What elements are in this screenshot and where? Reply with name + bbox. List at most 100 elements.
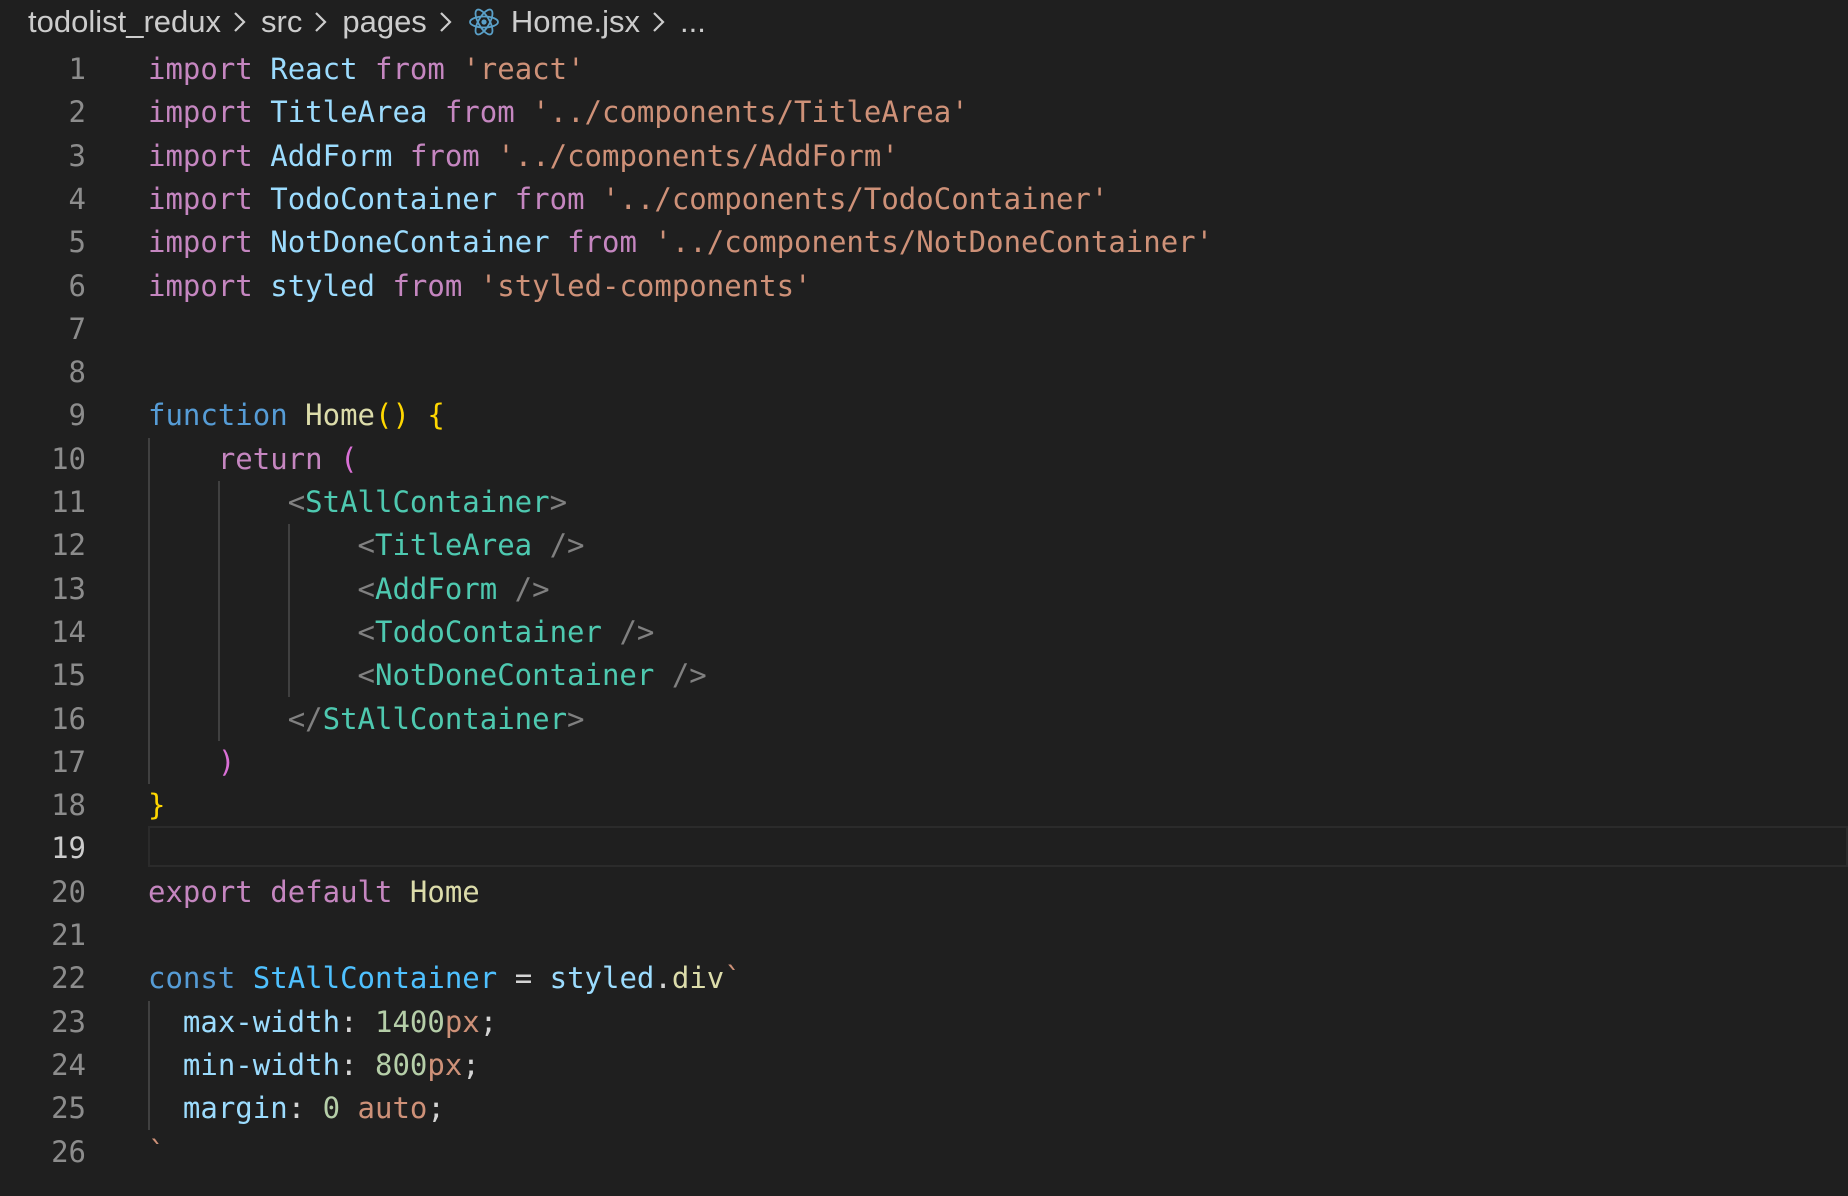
- indent-guide: [148, 437, 150, 785]
- breadcrumb-folder-src[interactable]: src: [261, 4, 302, 40]
- breadcrumb-symbols-ellipsis[interactable]: ...: [680, 4, 706, 40]
- code-text: export default Home: [148, 871, 480, 914]
- chevron-right-icon: [646, 7, 672, 37]
- code-text: import NotDoneContainer from '../compone…: [148, 221, 1213, 264]
- code-line[interactable]: 4 import TodoContainer from '../component…: [0, 178, 1848, 221]
- code-token: ;: [427, 1091, 445, 1126]
- code-line[interactable]: 15 <NotDoneContainer />: [0, 654, 1848, 697]
- code-line[interactable]: 24 min-width: 800px;: [0, 1044, 1848, 1087]
- code-text: const StAllContainer = styled.div`: [148, 957, 742, 1000]
- code-text: import TitleArea from '../components/Tit…: [148, 91, 969, 134]
- line-number: 21: [51, 918, 86, 952]
- code-line[interactable]: 8: [0, 351, 1848, 394]
- code-token: 1400: [374, 1004, 445, 1039]
- code-token: >: [549, 485, 568, 519]
- breadcrumb-folder-todolist-redux[interactable]: todolist_redux: [28, 4, 221, 40]
- line-number: 10: [51, 441, 86, 476]
- code-token: AddForm: [270, 138, 393, 173]
- code-line[interactable]: 6 import styled from 'styled-components': [0, 265, 1848, 308]
- code-text: max-width: 1400px;: [148, 1001, 497, 1044]
- line-number: 14: [51, 614, 86, 649]
- code-line[interactable]: 7: [0, 308, 1848, 351]
- line-number: 19: [51, 831, 86, 866]
- code-editor[interactable]: 1 import React from 'react' 2 import TitleA…: [0, 48, 1848, 1196]
- code-text: `: [148, 1131, 165, 1174]
- code-line[interactable]: 23 max-width: 1400px;: [0, 1001, 1848, 1044]
- code-line[interactable]: 20 export default Home: [0, 871, 1848, 914]
- code-token: import: [148, 181, 253, 216]
- code-line[interactable]: 10 return (: [0, 438, 1848, 481]
- code-token: StAllContainer: [322, 701, 568, 736]
- code-token: styled: [549, 961, 655, 996]
- code-text: import AddForm from '../components/AddFo…: [148, 135, 899, 178]
- line-number: 6: [68, 268, 86, 303]
- code-line[interactable]: 14 <TodoContainer />: [0, 611, 1848, 654]
- line-number: 25: [51, 1091, 86, 1126]
- code-line[interactable]: 16 </StAllContainer>: [0, 698, 1848, 741]
- line-number: 3: [68, 138, 86, 173]
- code-line[interactable]: 22 const StAllContainer = styled.div`: [0, 957, 1848, 1000]
- code-token: <: [357, 658, 375, 693]
- line-number: 15: [51, 658, 86, 693]
- code-line[interactable]: 5 import NotDoneContainer from '../compon…: [0, 221, 1848, 264]
- code-line[interactable]: 26 `: [0, 1131, 1848, 1174]
- code-line[interactable]: 17 ): [0, 741, 1848, 784]
- code-token: styled: [270, 268, 375, 303]
- line-number: 11: [51, 485, 86, 519]
- code-line[interactable]: 13 <AddForm />: [0, 568, 1848, 611]
- code-line[interactable]: 19: [0, 826, 1848, 870]
- code-token: '../components/TitleArea': [532, 95, 969, 130]
- line-number: 17: [51, 744, 86, 779]
- code-token: 'react': [462, 52, 585, 86]
- code-token: Home: [305, 398, 375, 433]
- code-token: import: [148, 225, 253, 260]
- code-text: min-width: 800px;: [148, 1044, 480, 1087]
- code-token: <: [357, 528, 375, 563]
- code-token: />: [549, 528, 585, 563]
- code-token: :: [287, 1091, 323, 1126]
- code-token: from: [444, 95, 515, 130]
- code-text: <StAllContainer>: [148, 481, 567, 524]
- line-number: 26: [51, 1134, 86, 1169]
- code-token: default: [270, 874, 393, 909]
- code-line[interactable]: 12 <TitleArea />: [0, 524, 1848, 567]
- code-line[interactable]: 1 import React from 'react': [0, 48, 1848, 91]
- line-number: 7: [68, 311, 86, 346]
- code-line[interactable]: 2 import TitleArea from '../components/Ti…: [0, 91, 1848, 134]
- code-token: `: [148, 1134, 166, 1169]
- code-token: React: [270, 52, 358, 86]
- code-token: import: [148, 95, 253, 130]
- code-line[interactable]: 25 margin: 0 auto;: [0, 1087, 1848, 1130]
- breadcrumb-file-home-jsx[interactable]: Home.jsx: [511, 4, 640, 40]
- code-line[interactable]: 9 function Home() {: [0, 394, 1848, 437]
- code-token: </: [287, 701, 323, 736]
- code-token: Home: [409, 874, 480, 909]
- code-token: 'styled-components': [479, 268, 812, 303]
- code-token: {: [427, 398, 445, 433]
- code-line[interactable]: 21: [0, 914, 1848, 957]
- code-token: TodoContainer: [374, 614, 602, 649]
- code-token: (): [375, 398, 410, 433]
- breadcrumb-folder-pages[interactable]: pages: [342, 4, 426, 40]
- code-line[interactable]: 11 <StAllContainer>: [0, 481, 1848, 524]
- code-line[interactable]: 3 import AddForm from '../components/AddF…: [0, 135, 1848, 178]
- chevron-right-icon: [227, 7, 253, 37]
- code-text: <AddForm />: [148, 568, 550, 611]
- code-line[interactable]: 18}: [0, 784, 1848, 827]
